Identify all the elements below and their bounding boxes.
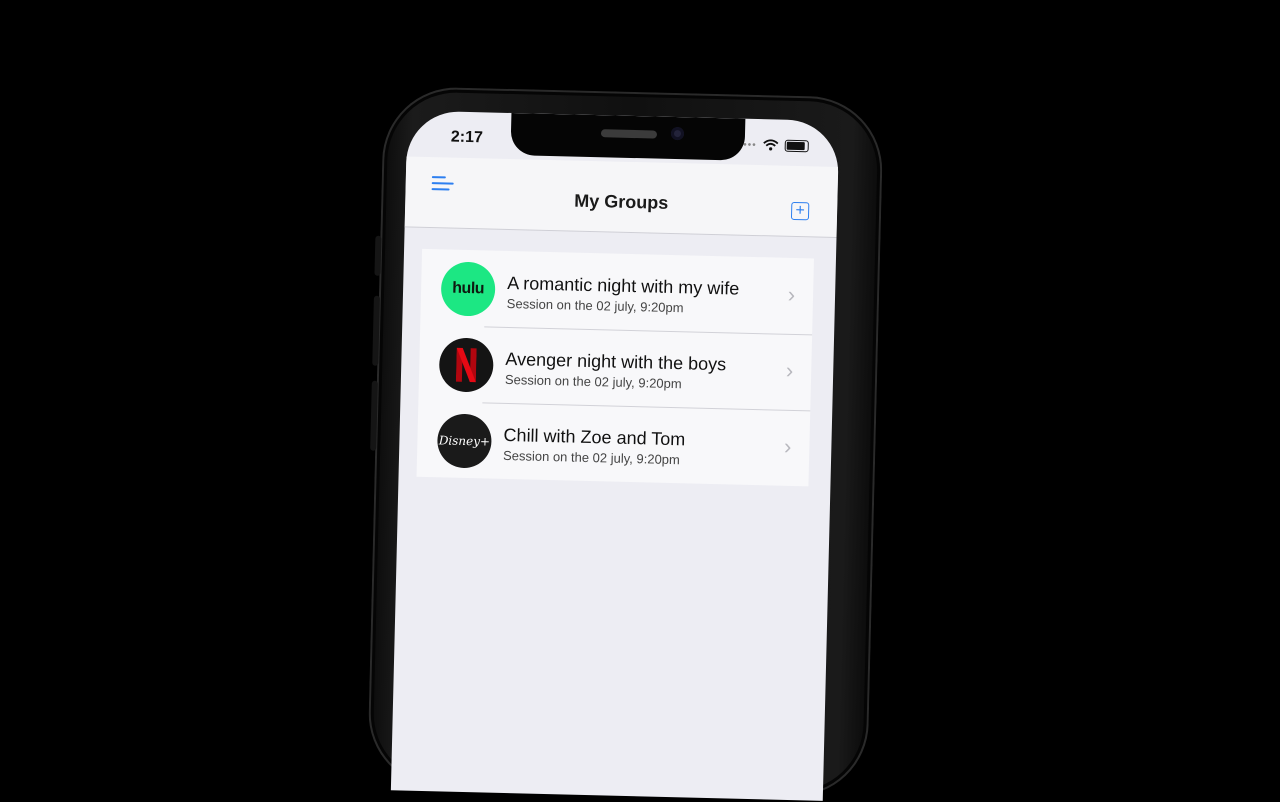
netflix-n-icon: [455, 347, 477, 383]
chevron-right-icon: ›: [783, 433, 792, 459]
groups-list: hulu A romantic night with my wife Sessi…: [416, 248, 814, 487]
group-session: Session on the 02 july, 9:20pm: [502, 447, 681, 468]
status-time: 2:17: [450, 128, 484, 147]
page-title: My Groups: [574, 190, 669, 213]
volume-up-button: [372, 295, 380, 366]
notch: [510, 113, 746, 161]
group-session: Session on the 02 july, 9:20pm: [506, 295, 684, 316]
chevron-right-icon: ›: [785, 357, 794, 383]
navigation-bar: My Groups +: [404, 156, 839, 238]
list-item[interactable]: Disney+ Chill with Zoe and Tom Session o…: [417, 401, 811, 487]
chevron-right-icon: ›: [787, 281, 796, 307]
disney-logo-text: Disney+: [438, 433, 491, 449]
hulu-logo-text: hulu: [452, 279, 485, 298]
add-square-icon[interactable]: +: [790, 201, 810, 221]
netflix-logo-icon: [438, 337, 494, 393]
front-camera: [670, 126, 685, 141]
status-icons: ••••: [739, 139, 809, 153]
battery-icon: [784, 139, 809, 153]
list-item[interactable]: hulu A romantic night with my wife Sessi…: [420, 249, 814, 335]
mute-switch: [374, 235, 382, 276]
speaker-grille: [600, 129, 658, 139]
disney-plus-logo-icon: Disney+: [436, 413, 493, 469]
wifi-icon: [763, 139, 779, 151]
group-title: A romantic night with my wife: [507, 272, 740, 299]
list-item[interactable]: Avenger night with the boys Session on t…: [418, 325, 812, 411]
group-title: Chill with Zoe and Tom: [503, 424, 686, 450]
screen: My Groups + 2:17 •••• hulu A romantic ni…: [390, 110, 840, 801]
hulu-logo-icon: hulu: [440, 261, 496, 317]
group-session: Session on the 02 july, 9:20pm: [504, 371, 682, 392]
phone-frame: My Groups + 2:17 •••• hulu A romantic ni…: [366, 85, 884, 801]
volume-down-button: [370, 380, 378, 451]
group-title: Avenger night with the boys: [505, 348, 727, 375]
